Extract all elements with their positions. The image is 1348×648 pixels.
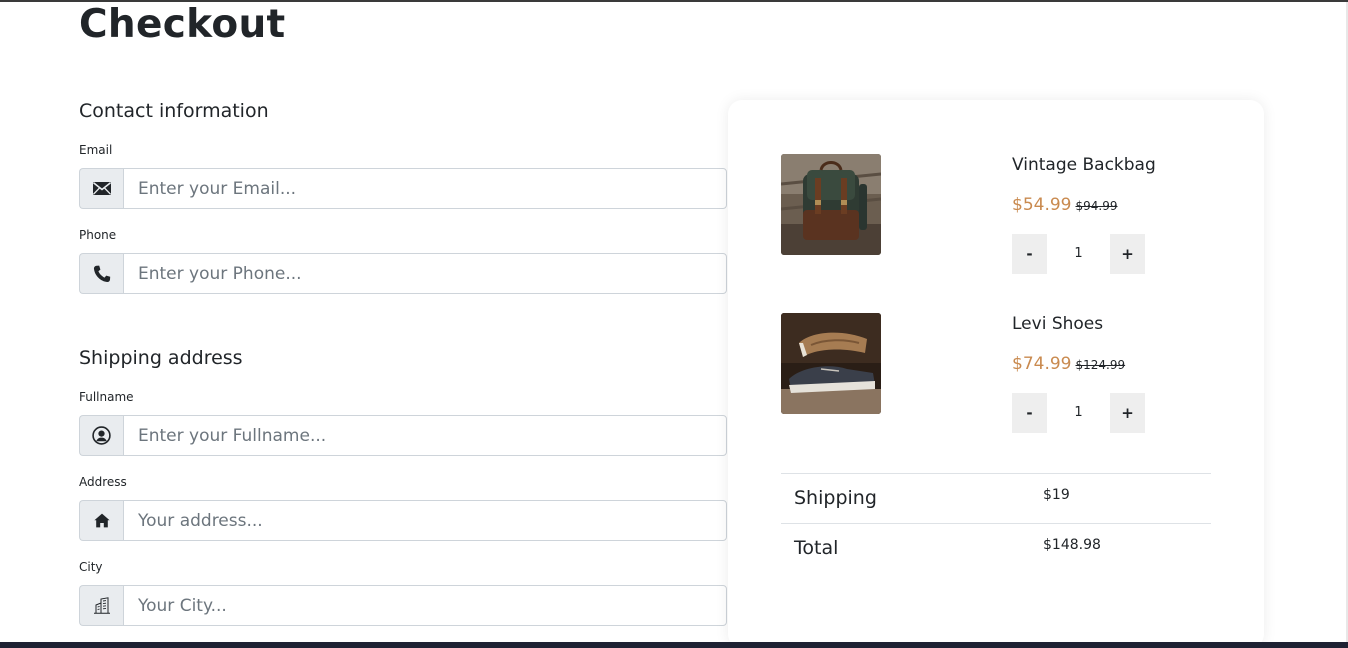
total-value: $148.98 xyxy=(1043,537,1101,553)
phone-icon xyxy=(79,253,123,294)
shipping-label: Shipping xyxy=(794,487,877,509)
total-label: Total xyxy=(794,537,839,559)
product-price-row: $54.99 $94.99 xyxy=(1012,194,1117,217)
address-field[interactable] xyxy=(123,500,727,541)
address-label: Address xyxy=(79,475,127,489)
fullname-label: Fullname xyxy=(79,390,134,404)
product-old-price: $124.99 xyxy=(1075,358,1126,372)
order-totals: Shipping $19 Total $148.98 xyxy=(781,473,1211,573)
total-row: Total $148.98 xyxy=(781,523,1211,573)
city-field[interactable] xyxy=(123,585,727,626)
quantity-stepper: - 1 + xyxy=(1012,393,1145,433)
home-icon xyxy=(79,500,123,541)
order-summary-card: Vintage Backbag $54.99$94.99 - 1 + Levi xyxy=(728,100,1264,648)
shipping-address-heading: Shipping address xyxy=(79,347,243,369)
fullname-field[interactable] xyxy=(123,415,727,456)
increment-button[interactable]: + xyxy=(1110,234,1145,274)
fullname-input-group xyxy=(79,415,727,456)
city-label: City xyxy=(79,560,103,574)
cart-item: Levi Shoes $74.99 $124.99 - 1 + xyxy=(781,313,1211,443)
email-label: Email xyxy=(79,143,113,157)
shipping-value: $19 xyxy=(1043,487,1070,503)
phone-field[interactable] xyxy=(123,253,727,294)
shipping-row: Shipping $19 xyxy=(781,473,1211,523)
phone-input-group xyxy=(79,253,727,294)
city-input-group xyxy=(79,585,727,626)
building-icon xyxy=(79,585,123,626)
email-field[interactable] xyxy=(123,168,727,209)
phone-label: Phone xyxy=(79,228,117,242)
backpack-photo xyxy=(781,154,881,255)
product-price: $74.99 xyxy=(1012,354,1072,374)
product-price-row: $74.99 $124.99 xyxy=(1012,353,1125,376)
decrement-button[interactable]: - xyxy=(1012,234,1047,274)
cart-item: Vintage Backbag $54.99 $94.99 - 1 + xyxy=(781,154,1211,284)
quantity-value[interactable]: 1 xyxy=(1047,234,1110,274)
page-title: Checkout xyxy=(79,2,286,47)
product-old-price: $94.99 xyxy=(1075,199,1118,213)
product-name: Vintage Backbag xyxy=(1012,155,1156,175)
decrement-button[interactable]: - xyxy=(1012,393,1047,433)
shoes-photo xyxy=(781,313,881,414)
email-input-group xyxy=(79,168,727,209)
contact-info-heading: Contact information xyxy=(79,100,269,122)
increment-button[interactable]: + xyxy=(1110,393,1145,433)
product-name: Levi Shoes xyxy=(1012,314,1104,334)
taskbar-edge xyxy=(0,642,1348,648)
quantity-stepper: - 1 + xyxy=(1012,234,1145,274)
address-input-group xyxy=(79,500,727,541)
product-price: $54.99 xyxy=(1012,195,1072,215)
user-circle-icon xyxy=(79,415,123,456)
envelope-icon xyxy=(79,168,123,209)
quantity-value[interactable]: 1 xyxy=(1047,393,1110,433)
